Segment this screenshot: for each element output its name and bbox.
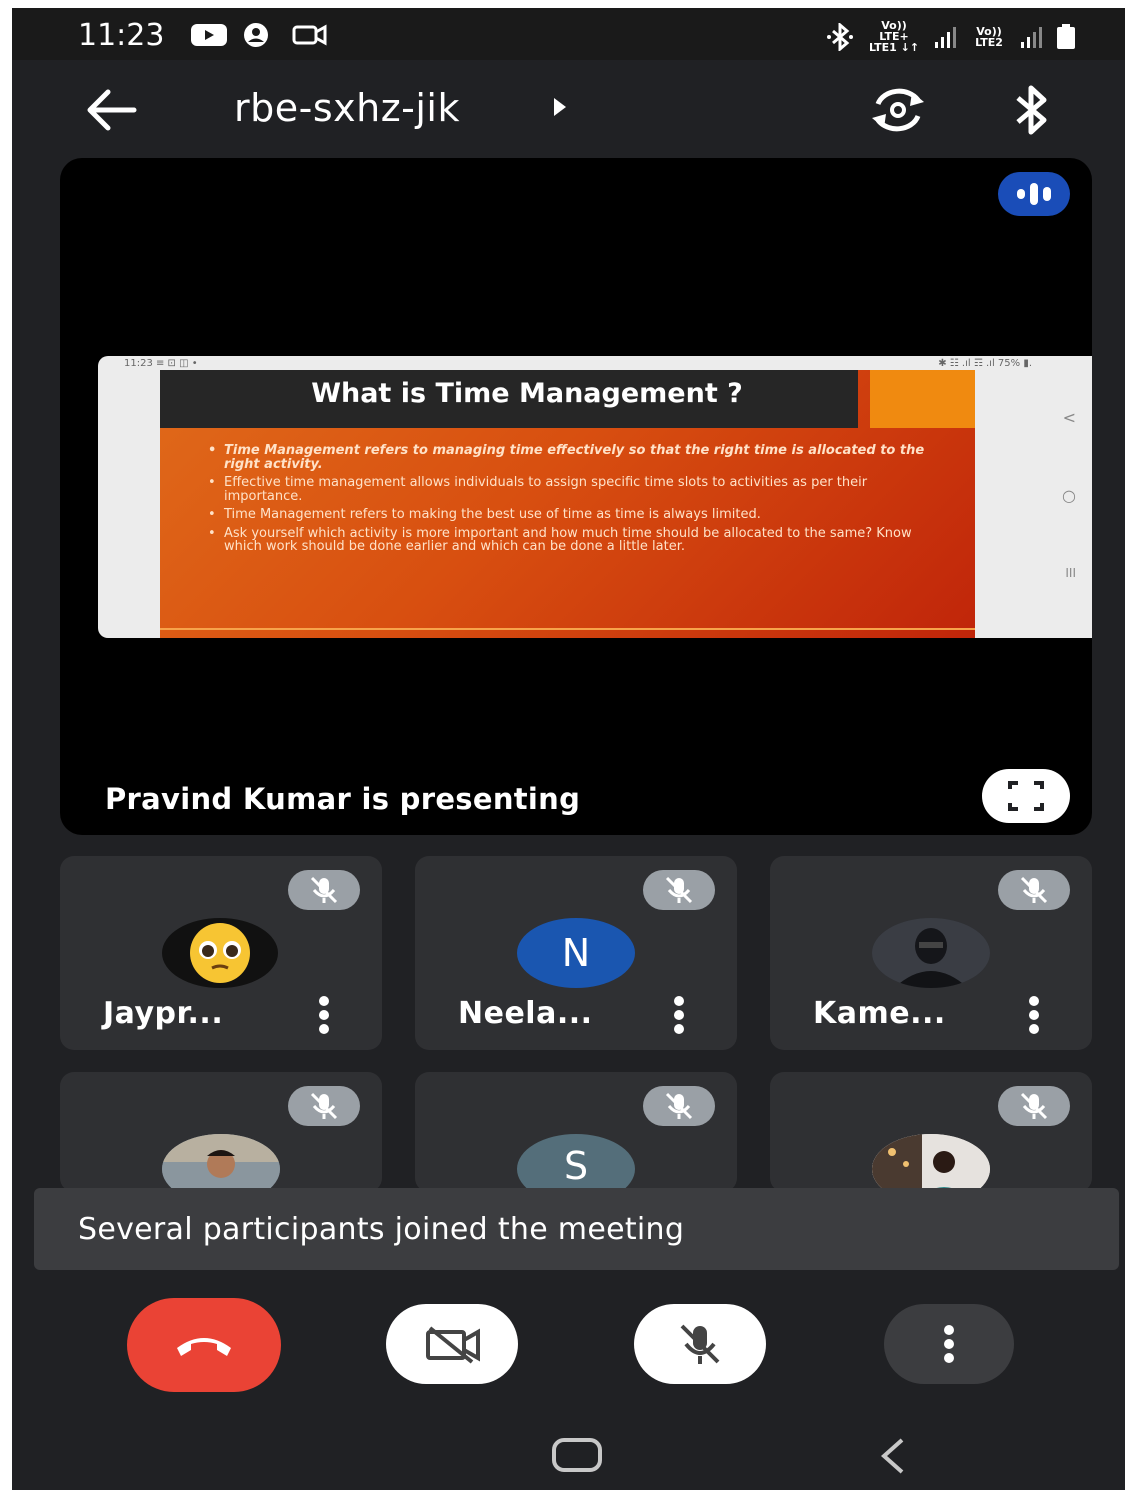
bluetooth-icon	[827, 22, 853, 51]
call-header: rbe-sxhz-jik	[12, 60, 1125, 160]
signal-icon	[935, 26, 956, 48]
participant-tile[interactable]: Kame...	[770, 856, 1092, 1050]
battery-icon	[1057, 23, 1075, 49]
status-bar: 11:23 Vo)) LTE+ LTE1 ↓↑ Vo)) LTE2	[12, 8, 1125, 60]
mic-off-icon	[680, 1324, 720, 1364]
more-options-button[interactable]	[884, 1304, 1014, 1384]
participant-name: Jaypr...	[103, 996, 224, 1031]
mic-off-icon	[998, 870, 1070, 910]
switch-camera-icon[interactable]	[868, 84, 928, 136]
slide-title: What is Time Management ?	[311, 378, 743, 409]
join-notification-toast: Several participants joined the meeting	[34, 1188, 1119, 1270]
participant-tile[interactable]: S	[415, 1072, 737, 1192]
participant-more-icon[interactable]	[1022, 996, 1046, 1036]
more-vert-icon	[944, 1325, 954, 1363]
profile-photo	[162, 1134, 280, 1192]
camera-toggle-button[interactable]	[386, 1304, 518, 1384]
participant-name: Kame...	[813, 996, 946, 1031]
meet-screen: 11:23 Vo)) LTE+ LTE1 ↓↑ Vo)) LTE2 rbe-sx…	[12, 8, 1125, 1490]
fullscreen-icon[interactable]	[982, 769, 1070, 823]
youtube-icon	[191, 24, 227, 46]
pleading-face-emoji-icon	[190, 923, 250, 983]
meeting-code[interactable]: rbe-sxhz-jik	[234, 86, 460, 130]
avatar-letter: S	[563, 1144, 589, 1188]
back-arrow-icon[interactable]	[84, 86, 140, 134]
slide-bullet: Time Management refers to making the bes…	[208, 508, 928, 522]
avatar: N	[517, 918, 635, 988]
participant-more-icon[interactable]	[667, 996, 691, 1036]
slide-bullet: Effective time management allows individ…	[208, 476, 928, 503]
avatar-letter: N	[561, 931, 591, 975]
mic-off-icon	[643, 870, 715, 910]
participant-tile[interactable]: N Neela...	[415, 856, 737, 1050]
shared-screen-status: 11:23 ≡ ⊡ ◫ •	[124, 358, 198, 369]
avatar	[162, 918, 278, 988]
avatar: S	[517, 1134, 635, 1192]
slide-bullet: Ask yourself which activity is more impo…	[208, 526, 928, 554]
mic-off-icon	[288, 1086, 360, 1126]
mic-off-icon	[643, 1086, 715, 1126]
toast-message: Several participants joined the meeting	[78, 1212, 685, 1247]
avatar	[872, 918, 990, 988]
sim1-label: Vo)) LTE+ LTE1 ↓↑	[868, 19, 920, 54]
back-nav-icon[interactable]	[878, 1436, 908, 1476]
mic-off-icon	[998, 1086, 1070, 1126]
camera-off-icon	[426, 1326, 480, 1364]
shared-screen-home-icon: ○	[1062, 486, 1076, 505]
avatar	[162, 1134, 280, 1192]
shared-screen-recents-icon: III	[1065, 566, 1076, 580]
home-nav-icon[interactable]	[552, 1438, 602, 1472]
signal-icon	[1021, 26, 1042, 48]
shared-screen-back-icon: <	[1062, 408, 1076, 427]
shared-screen-status-right: ✱ ☷ .ıl ☶ .ıl 75% ▮.	[938, 358, 1032, 369]
avatar	[872, 1134, 990, 1192]
slide-bottom-line	[160, 628, 975, 630]
profile-photo	[872, 1134, 990, 1192]
end-call-button[interactable]	[127, 1298, 281, 1392]
slide: What is Time Management ? Time Managemen…	[160, 370, 975, 638]
bluetooth-icon[interactable]	[1006, 82, 1056, 138]
participant-tile[interactable]	[770, 1072, 1092, 1192]
participant-more-icon[interactable]	[312, 996, 336, 1036]
play-arrow-icon[interactable]	[552, 96, 568, 118]
shared-screen: 11:23 ≡ ⊡ ◫ • ✱ ☷ .ıl ☶ .ıl 75% ▮. What …	[98, 356, 1092, 638]
slide-bullet: Time Management refers to managing time …	[208, 444, 928, 471]
presenter-label: Pravind Kumar is presenting	[105, 782, 581, 816]
mic-toggle-button[interactable]	[634, 1304, 766, 1384]
participant-tile[interactable]	[60, 1072, 382, 1192]
participant-tile[interactable]: Jaypr...	[60, 856, 382, 1050]
slide-bullets: Time Management refers to managing time …	[208, 444, 928, 559]
account-icon	[244, 23, 268, 47]
status-icons: Vo)) LTE+ LTE1 ↓↑ Vo)) LTE2	[825, 20, 1077, 53]
screen-record-icon	[292, 24, 327, 46]
sim2-label: Vo)) LTE2	[975, 24, 1003, 49]
status-time: 11:23	[78, 18, 165, 53]
participant-name: Neela...	[458, 996, 593, 1031]
profile-photo	[872, 918, 990, 988]
speaking-indicator-icon	[998, 172, 1070, 216]
hang-up-icon	[177, 1338, 231, 1356]
presentation-panel[interactable]: 11:23 ≡ ⊡ ◫ • ✱ ☷ .ıl ☶ .ıl 75% ▮. What …	[60, 158, 1092, 835]
mic-off-icon	[288, 870, 360, 910]
